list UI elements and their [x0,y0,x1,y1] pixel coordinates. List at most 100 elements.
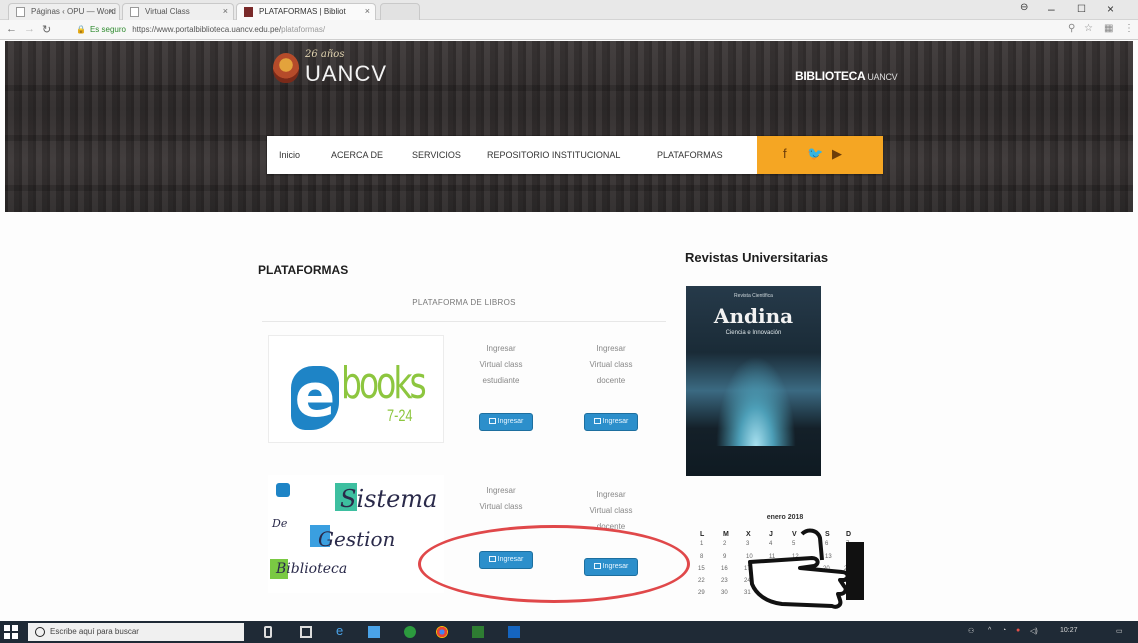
calendar-day[interactable]: 23 [721,578,728,584]
cortana-icon [35,627,45,637]
excel-icon[interactable] [472,626,484,638]
nav-acerca-de[interactable]: ACERCA DE [331,150,383,160]
minimize-icon[interactable]: – [1048,2,1055,16]
store-icon[interactable] [368,626,380,638]
nav-repositorio[interactable]: REPOSITORIO INSTITUCIONAL [487,150,620,160]
page-title: PLATAFORMAS [258,263,349,277]
sgb-line4: Biblioteca [276,561,348,577]
calendar-day[interactable]: 8 [700,554,703,560]
maximize-icon[interactable]: ☐ [1077,4,1086,15]
back-icon[interactable]: ← [6,23,17,35]
ingresar-button-teacher-1[interactable]: Ingresar [584,413,638,431]
uancv-logo[interactable]: 26 años UANCV [273,49,403,93]
secure-label: Es seguro [89,25,126,34]
windows-start-icon[interactable] [4,625,18,639]
url-field[interactable]: 🔒 Es seguro https://www.portalbiblioteca.… [72,22,1052,38]
calendar-day[interactable]: 15 [698,566,705,572]
edge-icon[interactable]: e [336,623,348,638]
sgb-line3: Gestion [318,527,396,551]
highlight-ellipse [418,525,690,603]
tab-word[interactable]: Páginas ‹ OPU — Word × [8,3,120,20]
ingress-label: Virtual class [589,506,633,515]
pointing-hand-icon [748,528,864,609]
calendar-day[interactable]: 1 [700,541,703,547]
twitter-icon[interactable]: 🐦 [807,146,823,162]
ingresar-button-student-1[interactable]: Ingresar [479,413,533,431]
sgb-logo-card[interactable]: Sistema De Gestion Biblioteca [268,475,444,593]
sgb-line2: De [272,517,288,530]
page-icon [130,7,139,17]
tab-plataformas[interactable]: PLATAFORMAS | Bibliot × [236,3,376,20]
mic-icon[interactable] [264,626,272,638]
university-seal-icon [273,53,299,83]
windows-taskbar: Escribe aquí para buscar e ⚇ ^ ◔ ● ◁) 10… [0,621,1138,643]
menu-icon[interactable]: ⋮ [1124,23,1134,34]
ingress-student-2: Ingresar Virtual class [456,484,546,516]
reload-icon[interactable]: ↻ [42,23,51,36]
brand-main: BIBLIOTECA [795,69,866,83]
close-window-icon[interactable]: × [1107,2,1114,16]
youtube-icon[interactable]: ▶ [832,146,842,162]
button-label: Ingresar [602,418,629,425]
chevron-up-icon[interactable]: ^ [988,627,991,634]
url-main: https://www.portalbiblioteca.uancv.edu.p… [132,25,282,34]
chrome-icon[interactable] [436,626,448,638]
calendar-day[interactable]: 30 [721,590,728,596]
nav-plataformas[interactable]: PLATAFORMAS [657,150,723,160]
book-icon [488,418,496,425]
lock-icon: 🔒 [76,25,86,34]
tab-title: PLATAFORMAS | Bibliot [259,7,346,16]
people-icon[interactable]: ⚇ [968,627,974,635]
close-icon[interactable]: × [223,6,228,16]
ingress-label: Virtual class [479,502,523,511]
network-icon[interactable]: ◔ [1002,627,1006,634]
ingress-label: Virtual class [589,360,633,369]
close-icon[interactable]: × [365,6,370,16]
ingress-label: Ingresar [596,344,626,353]
magazine-art [716,356,796,446]
calendar-day[interactable]: 22 [698,578,705,584]
taskbar-search-input[interactable]: Escribe aquí para buscar [28,623,244,641]
ingress-teacher-1: Ingresar Virtual class docente [566,342,656,390]
ebooks-e-logo: e [291,366,339,430]
word-icon[interactable] [508,626,520,638]
biblioteca-brand[interactable]: BIBLIOTECA UANCV [795,69,898,83]
page-icon [16,7,25,17]
clock-time[interactable]: 10:27 [1060,627,1078,634]
tab-virtual-class[interactable]: Virtual Class × [122,3,234,20]
notification-icon[interactable]: ▭ [1116,627,1123,635]
magazine-cover[interactable]: Revista Científica Andina Ciencia e Inno… [686,286,821,476]
url-path: plataformas/ [281,25,326,34]
nav-servicios[interactable]: SERVICIOS [412,150,461,160]
ingress-label: docente [596,376,626,385]
ebooks-word: books [341,358,427,409]
volume-icon[interactable]: ◁) [1030,627,1038,635]
user-icon[interactable]: ⊖ [1020,2,1028,13]
zoom-icon[interactable]: ⚲ [1068,23,1075,34]
logo-name: UANCV [305,61,388,86]
sgb-line1: Sistema [340,485,438,513]
search-placeholder: Escribe aquí para buscar [50,627,139,636]
close-icon[interactable]: × [109,6,114,16]
magazine-title: Andina [713,304,794,328]
ingress-student-1: Ingresar Virtual class estudiante [456,342,546,390]
record-icon[interactable]: ● [1016,627,1020,634]
magazine-sub: Ciencia e Innovación [725,330,782,336]
ebooks-logo-card[interactable]: e books 7-24 [268,335,444,443]
bookmark-star-icon[interactable]: ☆ [1084,23,1093,34]
app-icon[interactable] [404,626,416,638]
hero-banner: 26 años UANCV BIBLIOTECA UANCV Inicio ACE… [5,41,1133,212]
facebook-icon[interactable]: f [783,146,787,161]
ingress-label: Virtual class [479,360,523,369]
ingress-label: estudiante [482,376,520,385]
extension-icon[interactable]: ▦ [1104,23,1113,34]
new-tab-button[interactable] [380,3,420,20]
calendar-day[interactable]: 16 [721,566,728,572]
task-view-icon[interactable] [300,626,312,638]
calendar-day[interactable]: 2 [723,541,726,547]
calendar-day[interactable]: 29 [698,590,705,596]
nav-inicio[interactable]: Inicio [279,150,300,160]
calendar-day[interactable]: 9 [723,554,726,560]
forward-icon[interactable]: → [24,23,35,35]
ebooks-sub: 7-24 [387,406,413,425]
